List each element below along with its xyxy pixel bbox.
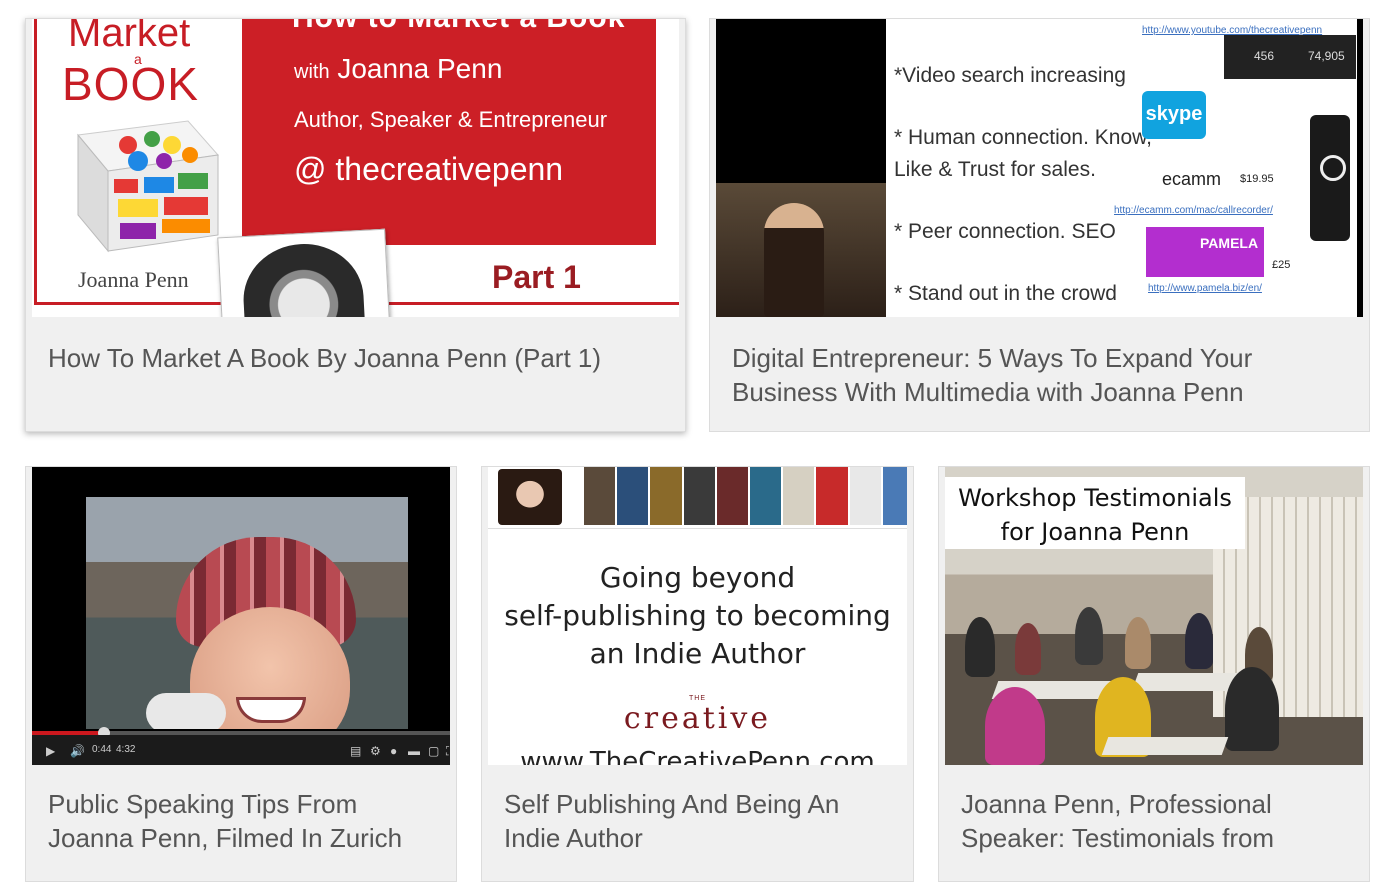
volume-icon[interactable]: 🔊 xyxy=(70,744,85,758)
thumb-price-ecamm: $19.95 xyxy=(1240,173,1274,185)
thumb-black-area xyxy=(716,19,886,183)
thumb-with-name: with Joanna Penn xyxy=(294,53,503,84)
video-card-market-a-book[interactable]: Market a BOOK Joanna Penn How to Market … xyxy=(25,18,686,432)
player-controls: ▶ 🔊 0:44 4:32 ▤ ⚙ ● ▬ ▢ ⛶ xyxy=(32,735,450,765)
thumb-url: www.TheCreativePenn.com xyxy=(520,747,875,765)
creative-penn-logo: creative xyxy=(623,701,772,736)
video-title[interactable]: Self Publishing And Being An Indie Autho… xyxy=(504,787,895,855)
zurich-scene xyxy=(86,497,408,729)
thumb-book-word: BOOK xyxy=(62,58,199,110)
thumb-bullet-2b: Like & Trust for sales. xyxy=(894,158,1096,181)
thumb-author: Joanna Penn xyxy=(78,267,189,292)
settings-icon[interactable]: ⚙ xyxy=(370,744,381,758)
thumb-bullet-4: * Stand out in the crowd xyxy=(894,282,1117,305)
book-illustration xyxy=(77,120,219,253)
video-title[interactable]: Public Speaking Tips From Joanna Penn, F… xyxy=(48,787,438,855)
video-thumbnail[interactable]: Workshop Testimonials for Joanna Penn xyxy=(945,467,1363,765)
ecamm-logo: ecamm xyxy=(1162,169,1222,189)
fullscreen-icon[interactable]: ⛶ xyxy=(446,744,450,759)
thumb-stats-box: 456 74,905 xyxy=(1224,35,1356,79)
time-current: 0:44 xyxy=(92,744,112,755)
video-card-self-publishing[interactable]: Going beyond self-publishing to becoming… xyxy=(481,466,914,882)
thumb-role: Author, Speaker & Entrepreneur xyxy=(294,107,608,132)
time-total: 4:32 xyxy=(116,744,136,755)
thumb-price-pamela: £25 xyxy=(1272,259,1291,271)
video-thumbnail[interactable]: http://www.youtube.com/thecreativepenn 4… xyxy=(716,19,1363,317)
video-card-public-speaking[interactable]: ▶ 🔊 0:44 4:32 ▤ ⚙ ● ▬ ▢ ⛶ Public Speakin… xyxy=(25,466,457,882)
thumb-caption-line-1: Workshop Testimonials xyxy=(958,484,1232,512)
author-photo xyxy=(217,228,391,317)
play-icon[interactable]: ▶ xyxy=(46,744,55,758)
thumb-link-pamela: http://www.pamela.biz/en/ xyxy=(1148,283,1262,294)
thumb-cut-title: How to Market a Book xyxy=(292,19,625,35)
theater-icon[interactable]: ▢ xyxy=(428,744,439,758)
book-covers xyxy=(584,467,907,525)
thumb-market-word: Market xyxy=(68,19,191,55)
thumb-caption-line-2: for Joanna Penn xyxy=(1000,518,1190,546)
thumb-bullet-2a: * Human connection. Know, xyxy=(894,126,1152,149)
skype-logo: skype xyxy=(1142,91,1206,139)
logo-the: THE xyxy=(689,695,706,702)
thumb-bullet-1: *Video search increasing xyxy=(894,64,1126,87)
speaker-video xyxy=(716,183,886,317)
video-thumbnail[interactable]: ▶ 🔊 0:44 4:32 ▤ ⚙ ● ▬ ▢ ⛶ xyxy=(32,467,450,765)
video-card-digital-entrepreneur[interactable]: http://www.youtube.com/thecreativepenn 4… xyxy=(709,18,1370,432)
video-thumbnail[interactable]: Going beyond self-publishing to becoming… xyxy=(488,467,907,765)
thumb-right-bar xyxy=(1357,19,1363,317)
author-photo xyxy=(498,469,562,525)
thumb-line-2: self-publishing to becoming xyxy=(504,599,891,632)
thumb-link-ecamm: http://ecamm.com/mac/callrecorder/ xyxy=(1114,205,1273,216)
thumb-part: Part 1 xyxy=(492,259,581,295)
thumb-line-1: Going beyond xyxy=(599,561,796,594)
pamela-logo: PAMELA xyxy=(1146,227,1264,277)
small-player-icon[interactable]: ▬ xyxy=(408,744,420,758)
video-card-testimonials[interactable]: Workshop Testimonials for Joanna Penn Jo… xyxy=(938,466,1370,882)
recorder-device xyxy=(1310,115,1350,241)
video-title[interactable]: Digital Entrepreneur: 5 Ways To Expand Y… xyxy=(732,341,1351,409)
captions-icon[interactable]: ▤ xyxy=(350,744,361,758)
video-title[interactable]: Joanna Penn, Professional Speaker: Testi… xyxy=(961,787,1351,855)
video-thumbnail[interactable]: Market a BOOK Joanna Penn How to Market … xyxy=(32,19,679,317)
thumb-caption: Workshop Testimonials for Joanna Penn xyxy=(945,477,1245,549)
annotations-icon[interactable]: ● xyxy=(390,744,397,758)
video-title[interactable]: How To Market A Book By Joanna Penn (Par… xyxy=(48,341,667,375)
thumb-line-3: an Indie Author xyxy=(589,637,806,670)
thumb-handle: @ thecreativepenn xyxy=(294,151,564,187)
banner-strip xyxy=(488,467,907,529)
thumb-bullet-3: * Peer connection. SEO xyxy=(894,220,1116,243)
